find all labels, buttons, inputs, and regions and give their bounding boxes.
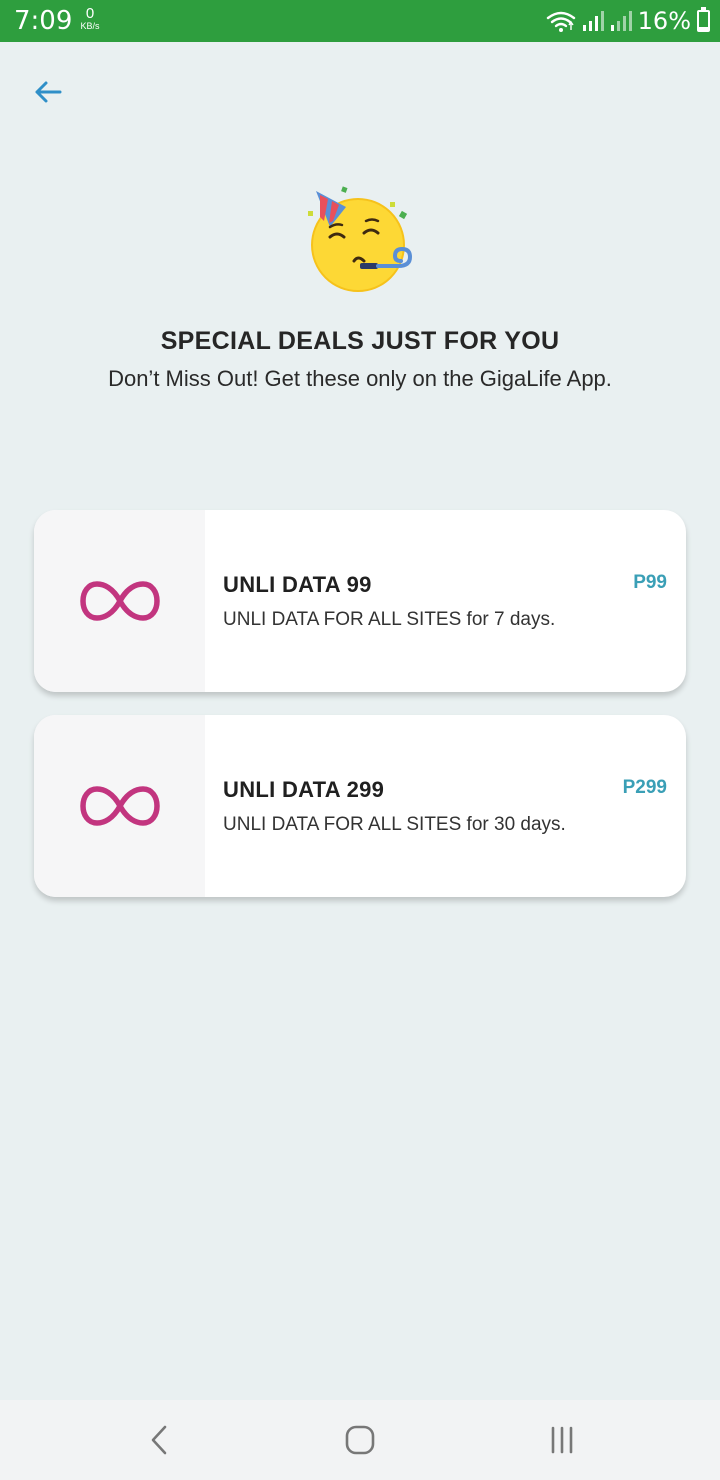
page-subtitle: Don’t Miss Out! Get these only on the Gi… [108,366,612,391]
network-speed-unit: KB/s [80,21,100,31]
back-button[interactable] [28,72,68,112]
battery-icon [697,7,710,32]
deal-description: UNLI DATA FOR ALL SITES for 7 days. [223,609,556,630]
system-nav-bar [0,1400,720,1480]
battery-percent: 16% [637,7,691,35]
deal-title: UNLI DATA 299 [223,777,385,802]
network-speed-value: 0 [85,5,95,22]
wifi-icon [546,11,575,32]
nav-back-button[interactable] [137,1418,181,1462]
infinity-icon [79,581,160,621]
infinity-icon [79,786,160,826]
home-icon [345,1425,375,1455]
signal-icon-2 [610,11,632,31]
nav-home-button[interactable] [338,1418,382,1462]
deal-icon-panel [34,715,205,897]
deal-price: P99 [633,572,667,593]
deal-card-unli-data-99[interactable]: UNLI DATA 99 UNLI DATA FOR ALL SITES for… [34,510,686,692]
status-bar: 7:09 0 KB/s 16% [0,0,720,42]
status-indicators: 16% [546,4,710,38]
deal-title: UNLI DATA 99 [223,572,372,597]
signal-icon-1 [582,11,604,31]
network-speed: 0 KB/s [76,6,104,31]
arrow-left-icon [35,81,62,103]
deal-price: P299 [622,777,667,798]
status-time: 7:09 [14,6,73,36]
deal-description: UNLI DATA FOR ALL SITES for 30 days. [223,814,566,835]
nav-recents-button[interactable] [540,1418,584,1462]
deal-card-unli-data-299[interactable]: UNLI DATA 299 UNLI DATA FOR ALL SITES fo… [34,715,686,897]
deal-icon-panel [34,510,205,692]
recents-icon [551,1426,573,1454]
chevron-left-icon [151,1425,167,1455]
page-title: SPECIAL DEALS JUST FOR YOU [160,327,560,355]
party-face-icon [308,186,413,292]
